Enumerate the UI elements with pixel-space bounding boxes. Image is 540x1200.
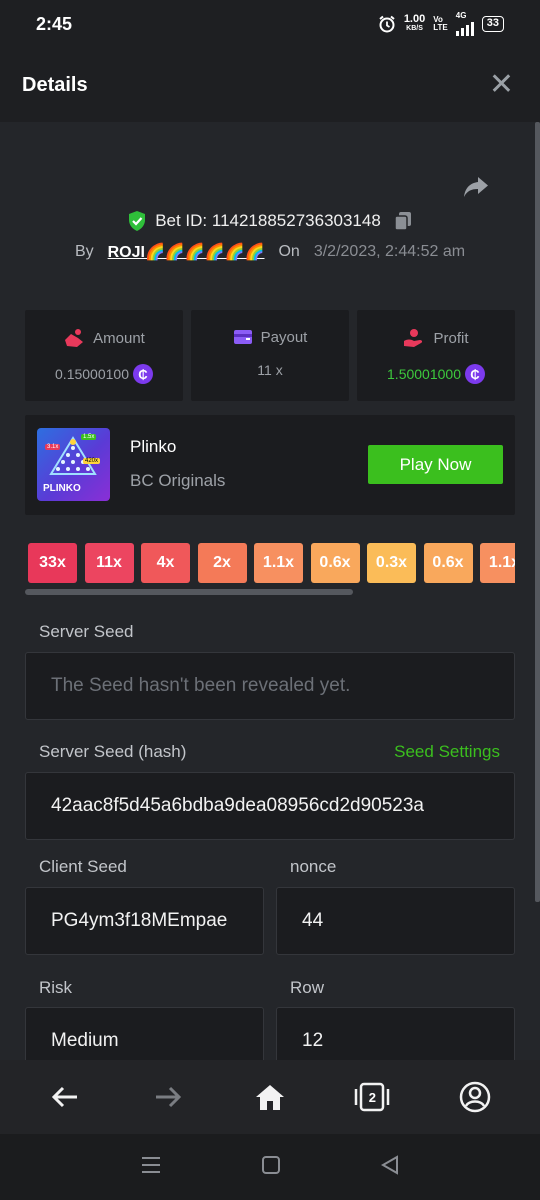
bet-id-row: Bet ID: 114218852736303148 [0,210,540,232]
multiplier-strip[interactable]: 33x11x4x2x1.1x0.6x0.3x0.6x1.1x [25,543,515,583]
details-header: Details ✕ [0,48,540,122]
amount-label: Amount [93,329,145,347]
by-label: By [74,243,94,260]
android-nav-bar [0,1134,540,1200]
game-provider: BC Originals [130,471,226,490]
row-field[interactable]: 12 [276,1007,515,1060]
multiplier-chip: 0.6x [423,543,473,583]
tab-count: 2 [368,1089,376,1105]
signal-icon: 4G [455,12,474,36]
risk-field[interactable]: Medium [25,1007,264,1060]
server-seed-hash-field[interactable]: 42aac8f5d45a6bdba9dea08956cd2d90523a [25,772,515,840]
client-seed-label: Client Seed [39,857,127,876]
plinko-thumbnail[interactable]: 3.1x 1.5x 420x PLINKO [37,428,110,501]
battery-icon: 33 [481,16,504,32]
shield-check-icon [129,211,146,231]
copy-icon[interactable] [393,211,413,231]
on-label: On [278,243,300,260]
payout-value: 11 x [257,362,283,378]
server-seed-label: Server Seed [39,622,134,641]
back-arrow-icon[interactable] [35,1067,95,1127]
horizontal-scrollbar[interactable] [25,589,353,595]
back-button-icon[interactable] [380,1154,400,1180]
nonce-field[interactable]: 44 [276,887,515,955]
server-seed-field[interactable]: The Seed hasn't been revealed yet. [25,652,515,720]
seed-settings-link[interactable]: Seed Settings [394,742,500,762]
multiplier-chip: 11x [84,543,134,583]
forward-arrow-icon[interactable] [138,1067,198,1127]
bet-byline: By ROJI🌈🌈🌈🌈🌈🌈 On 3/2/2023, 2:44:52 am [0,242,540,262]
multiplier-chip: 0.6x [310,543,360,583]
wallet-icon [233,330,252,344]
multiplier-chip: 0.3x [367,543,416,583]
close-icon[interactable]: ✕ [489,70,514,100]
net-speed: 1.00 KB/S [403,13,426,33]
browser-toolbar: 2 [0,1060,540,1134]
coin-icon: ₵ [132,364,153,384]
risk-label: Risk [39,978,73,997]
vertical-scrollbar[interactable] [535,122,540,902]
multiplier-chip: 1.1x [254,543,303,583]
coin-icon: ₵ [464,364,485,384]
username-link[interactable]: ROJI🌈🌈🌈🌈🌈🌈 [108,242,265,262]
row-label: Row [290,978,325,997]
details-panel[interactable]: Bet ID: 114218852736303148 By ROJI🌈🌈🌈🌈🌈🌈… [0,122,540,1060]
multiplier-chip: 4x [141,543,190,583]
payout-card: Payout 11 x [191,310,349,401]
payout-label: Payout [260,328,308,346]
home-button-icon[interactable] [261,1155,281,1180]
page-title: Details [22,73,88,96]
profit-label: Profit [433,329,469,347]
bet-stats: Amount 0.15000100 ₵ Payout 11 x Profit 1… [25,310,515,401]
volte-indicator: Vo LTE [433,15,448,32]
multiplier-chip: 2x [197,543,247,583]
account-icon[interactable] [445,1067,505,1127]
profit-value: 1.50001000 [387,366,461,382]
status-time: 2:45 [36,13,73,34]
game-card: 3.1x 1.5x 420x PLINKO Plinko BC Original… [25,415,515,515]
bet-datetime: 3/2/2023, 2:44:52 am [313,243,466,260]
recent-apps-icon[interactable] [140,1155,162,1180]
multiplier-chip: 33x [28,543,77,583]
nonce-label: nonce [290,857,337,876]
amount-value: 0.15000100 [55,366,129,382]
tabs-icon[interactable]: 2 [342,1067,402,1127]
profit-card: Profit 1.50001000 ₵ [357,310,515,401]
status-bar: 2:45 1.00 KB/S Vo LTE 4G 33 [0,0,540,48]
profit-hand-icon [404,329,423,347]
home-icon[interactable] [240,1067,300,1127]
bet-amount-icon [65,329,84,347]
multiplier-chip: 1.1x [480,543,515,583]
alarm-icon [379,15,395,33]
share-icon[interactable] [462,172,490,200]
status-icons: 1.00 KB/S Vo LTE 4G 33 [378,12,504,36]
game-name[interactable]: Plinko [130,437,176,457]
amount-card: Amount 0.15000100 ₵ [25,310,183,401]
client-seed-field[interactable]: PG4ym3f18MEmpae [25,887,264,955]
bet-id-text: Bet ID: 114218852736303148 [155,211,381,230]
server-seed-hash-label: Server Seed (hash) [39,742,187,761]
play-now-button[interactable]: Play Now [368,445,503,484]
